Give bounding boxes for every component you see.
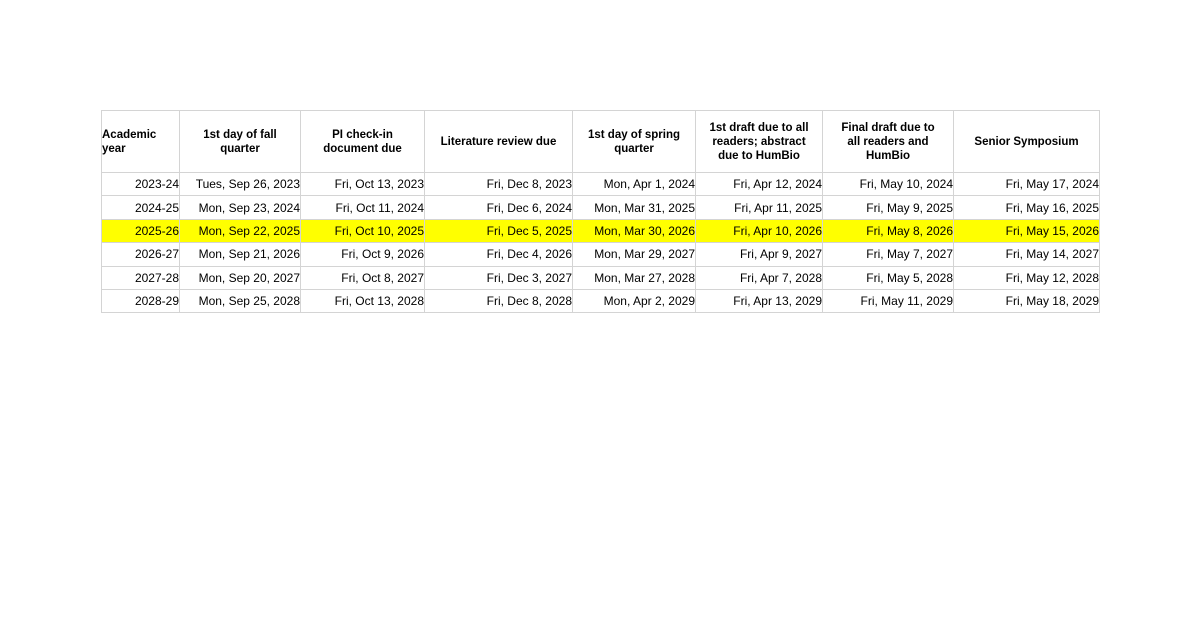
academic-year-cell: 2025-26 <box>101 218 180 244</box>
date-cell: Fri, May 16, 2025 <box>953 195 1100 220</box>
date-cell: Fri, May 11, 2029 <box>822 288 954 314</box>
date-cell: Fri, May 7, 2027 <box>822 242 954 267</box>
date-cell: Fri, Dec 6, 2024 <box>424 195 573 220</box>
date-cell: Mon, Sep 22, 2025 <box>179 218 301 244</box>
table-row: 2023-24 Tues, Sep 26, 2023 Fri, Oct 13, 20… <box>101 171 1100 197</box>
date-cell: Fri, Oct 8, 2027 <box>300 265 425 290</box>
academic-deadlines-table: Academic year 1st day of fall quarter PI che… <box>101 110 1100 314</box>
table-header-row: Academic year 1st day of fall quarter PI che… <box>101 110 1100 173</box>
column-header-line: Literature review due <box>440 135 557 148</box>
date-cell: Fri, May 18, 2029 <box>953 288 1100 314</box>
date-cell: Mon, Mar 31, 2025 <box>572 195 696 220</box>
date-cell: Tues, Sep 26, 2023 <box>179 171 301 197</box>
table-header: Academic year 1st day of fall quarter PI che… <box>101 110 1100 173</box>
column-header-line: HumBio <box>865 149 911 162</box>
date-cell: Mon, Apr 1, 2024 <box>572 171 696 197</box>
column-header-3: Literature review due <box>424 110 573 173</box>
date-cell: Fri, Apr 7, 2028 <box>695 265 823 290</box>
date-cell: Mon, Sep 23, 2024 <box>179 195 301 220</box>
column-header-2: PI check-in document due <box>300 110 425 173</box>
date-cell: Mon, Sep 25, 2028 <box>179 288 301 314</box>
academic-year-cell: 2027-28 <box>101 265 180 290</box>
column-header-line: 1st day of fall <box>203 128 277 141</box>
date-cell: Fri, Oct 11, 2024 <box>300 195 425 220</box>
date-cell: Fri, May 8, 2026 <box>822 218 954 244</box>
schedule-table-container: Academic year 1st day of fall quarter PI che… <box>101 110 1100 314</box>
date-cell: Fri, Dec 5, 2025 <box>424 218 573 244</box>
date-cell: Fri, May 5, 2028 <box>822 265 954 290</box>
academic-year-cell: 2024-25 <box>101 195 180 220</box>
table-row: 2027-28 Mon, Sep 20, 2027 Fri, Oct 8, 2027… <box>101 265 1100 290</box>
date-cell: Mon, Sep 21, 2026 <box>179 242 301 267</box>
date-cell: Fri, Oct 10, 2025 <box>300 218 425 244</box>
column-header-line: due to HumBio <box>718 149 800 162</box>
date-cell: Fri, May 12, 2028 <box>953 265 1100 290</box>
column-header-4: 1st day of spring quarter <box>572 110 696 173</box>
table-row: 2025-26 Mon, Sep 22, 2025 Fri, Oct 10, 202… <box>101 218 1100 244</box>
column-header-5: 1st draft due to all readers; abstract due… <box>695 110 823 173</box>
column-header-line: 1st day of spring <box>587 128 681 141</box>
date-cell: Fri, Apr 10, 2026 <box>695 218 823 244</box>
table-row: 2026-27 Mon, Sep 21, 2026 Fri, Oct 9, 2026… <box>101 242 1100 267</box>
date-cell: Fri, May 15, 2026 <box>953 218 1100 244</box>
date-cell: Fri, Oct 9, 2026 <box>300 242 425 267</box>
column-header-line: readers; abstract <box>712 135 806 148</box>
academic-year-cell: 2028-29 <box>101 288 180 314</box>
date-cell: Fri, May 9, 2025 <box>822 195 954 220</box>
date-cell: Fri, Apr 11, 2025 <box>695 195 823 220</box>
column-header-line: 1st draft due to all <box>709 121 809 134</box>
column-header-line: Academic <box>102 128 157 141</box>
column-header-1: 1st day of fall quarter <box>179 110 301 173</box>
date-cell: Fri, Apr 12, 2024 <box>695 171 823 197</box>
date-cell: Fri, May 17, 2024 <box>953 171 1100 197</box>
date-cell: Fri, Oct 13, 2028 <box>300 288 425 314</box>
date-cell: Fri, Oct 13, 2023 <box>300 171 425 197</box>
table-row: 2028-29 Mon, Sep 25, 2028 Fri, Oct 13, 202… <box>101 288 1100 314</box>
date-cell: Mon, Apr 2, 2029 <box>572 288 696 314</box>
date-cell: Mon, Sep 20, 2027 <box>179 265 301 290</box>
date-cell: Fri, Apr 9, 2027 <box>695 242 823 267</box>
date-cell: Fri, May 14, 2027 <box>953 242 1100 267</box>
column-header-line: year <box>102 142 126 155</box>
academic-year-cell: 2023-24 <box>101 171 180 197</box>
date-cell: Fri, Apr 13, 2029 <box>695 288 823 314</box>
column-header-line: document due <box>323 142 402 155</box>
table-row: 2024-25 Mon, Sep 23, 2024 Fri, Oct 11, 202… <box>101 195 1100 220</box>
date-cell: Fri, Dec 4, 2026 <box>424 242 573 267</box>
column-header-line: quarter <box>614 142 654 155</box>
column-header-line: Final draft due to <box>841 121 935 134</box>
date-cell: Fri, Dec 3, 2027 <box>424 265 573 290</box>
date-cell: Fri, May 10, 2024 <box>822 171 954 197</box>
column-header-line: PI check-in <box>332 128 393 141</box>
column-header-line: all readers and <box>847 135 929 148</box>
column-header-line: quarter <box>220 142 260 155</box>
column-header-0: Academic year <box>101 110 180 173</box>
column-header-7: Senior Symposium <box>953 110 1100 173</box>
date-cell: Mon, Mar 30, 2026 <box>572 218 696 244</box>
date-cell: Fri, Dec 8, 2023 <box>424 171 573 197</box>
column-header-6: Final draft due to all readers and HumBio <box>822 110 954 173</box>
date-cell: Mon, Mar 27, 2028 <box>572 265 696 290</box>
date-cell: Fri, Dec 8, 2028 <box>424 288 573 314</box>
date-cell: Mon, Mar 29, 2027 <box>572 242 696 267</box>
academic-year-cell: 2026-27 <box>101 242 180 267</box>
column-header-line: Senior Symposium <box>974 135 1079 148</box>
table-body: 2023-24 Tues, Sep 26, 2023 Fri, Oct 13, 20… <box>101 171 1100 314</box>
